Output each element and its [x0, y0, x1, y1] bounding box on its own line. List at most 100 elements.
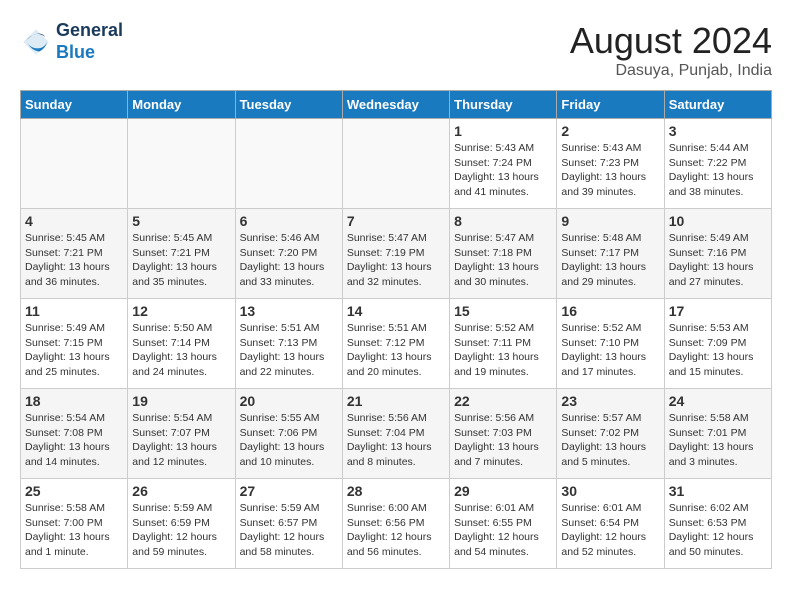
calendar-cell: 30 Sunrise: 6:01 AM Sunset: 6:54 PM Dayli… [557, 479, 664, 569]
day-number: 7 [347, 213, 445, 229]
day-number: 28 [347, 483, 445, 499]
day-number: 4 [25, 213, 123, 229]
day-number: 15 [454, 303, 552, 319]
day-number: 1 [454, 123, 552, 139]
day-number: 12 [132, 303, 230, 319]
day-number: 30 [561, 483, 659, 499]
calendar-cell: 23 Sunrise: 5:57 AM Sunset: 7:02 PM Dayli… [557, 389, 664, 479]
day-info: Sunrise: 6:01 AM Sunset: 6:55 PM Dayligh… [454, 501, 552, 560]
calendar-cell: 12 Sunrise: 5:50 AM Sunset: 7:14 PM Dayli… [128, 299, 235, 389]
day-info: Sunrise: 5:45 AM Sunset: 7:21 PM Dayligh… [25, 231, 123, 290]
day-info: Sunrise: 6:00 AM Sunset: 6:56 PM Dayligh… [347, 501, 445, 560]
day-number: 9 [561, 213, 659, 229]
calendar-cell: 25 Sunrise: 5:58 AM Sunset: 7:00 PM Dayli… [21, 479, 128, 569]
day-number: 21 [347, 393, 445, 409]
day-info: Sunrise: 5:49 AM Sunset: 7:15 PM Dayligh… [25, 321, 123, 380]
calendar-cell [235, 119, 342, 209]
day-info: Sunrise: 5:58 AM Sunset: 7:01 PM Dayligh… [669, 411, 767, 470]
calendar-cell: 19 Sunrise: 5:54 AM Sunset: 7:07 PM Dayli… [128, 389, 235, 479]
day-info: Sunrise: 5:55 AM Sunset: 7:06 PM Dayligh… [240, 411, 338, 470]
calendar-cell: 6Sunrise: 5:46 AM Sunset: 7:20 PM Daylig… [235, 209, 342, 299]
day-header-monday: Monday [128, 91, 235, 119]
calendar-cell: 16 Sunrise: 5:52 AM Sunset: 7:10 PM Dayli… [557, 299, 664, 389]
calendar-cell [21, 119, 128, 209]
day-info: Sunrise: 5:56 AM Sunset: 7:03 PM Dayligh… [454, 411, 552, 470]
day-number: 11 [25, 303, 123, 319]
logo: General Blue [20, 20, 123, 63]
calendar-cell: 10 Sunrise: 5:49 AM Sunset: 7:16 PM Dayli… [664, 209, 771, 299]
day-info: Sunrise: 5:47 AM Sunset: 7:18 PM Dayligh… [454, 231, 552, 290]
calendar-cell: 14Sunrise: 5:51 AM Sunset: 7:12 PM Dayli… [342, 299, 449, 389]
calendar-cell: 21 Sunrise: 5:56 AM Sunset: 7:04 PM Dayli… [342, 389, 449, 479]
calendar-cell: 20 Sunrise: 5:55 AM Sunset: 7:06 PM Dayli… [235, 389, 342, 479]
calendar-cell: 5 Sunrise: 5:45 AM Sunset: 7:21 PM Daylig… [128, 209, 235, 299]
day-info: Sunrise: 5:58 AM Sunset: 7:00 PM Dayligh… [25, 501, 123, 560]
day-info: Sunrise: 5:48 AM Sunset: 7:17 PM Dayligh… [561, 231, 659, 290]
day-info: Sunrise: 5:57 AM Sunset: 7:02 PM Dayligh… [561, 411, 659, 470]
day-info: Sunrise: 5:50 AM Sunset: 7:14 PM Dayligh… [132, 321, 230, 380]
calendar-cell: 2 Sunrise: 5:43 AM Sunset: 7:23 PM Daylig… [557, 119, 664, 209]
calendar-cell: 11 Sunrise: 5:49 AM Sunset: 7:15 PM Dayli… [21, 299, 128, 389]
day-info: Sunrise: 5:53 AM Sunset: 7:09 PM Dayligh… [669, 321, 767, 380]
calendar-cell: 31 Sunrise: 6:02 AM Sunset: 6:53 PM Dayli… [664, 479, 771, 569]
subtitle: Dasuya, Punjab, India [570, 62, 772, 80]
calendar-cell: 28 Sunrise: 6:00 AM Sunset: 6:56 PM Dayli… [342, 479, 449, 569]
day-info: Sunrise: 5:43 AM Sunset: 7:23 PM Dayligh… [561, 141, 659, 200]
day-number: 22 [454, 393, 552, 409]
title-block: August 2024 Dasuya, Punjab, India [570, 20, 772, 80]
day-header-tuesday: Tuesday [235, 91, 342, 119]
calendar-cell: 7Sunrise: 5:47 AM Sunset: 7:19 PM Daylig… [342, 209, 449, 299]
day-number: 31 [669, 483, 767, 499]
day-number: 19 [132, 393, 230, 409]
calendar-cell: 8 Sunrise: 5:47 AM Sunset: 7:18 PM Daylig… [450, 209, 557, 299]
day-info: Sunrise: 5:49 AM Sunset: 7:16 PM Dayligh… [669, 231, 767, 290]
day-number: 29 [454, 483, 552, 499]
day-header-friday: Friday [557, 91, 664, 119]
day-number: 23 [561, 393, 659, 409]
calendar-cell: 9 Sunrise: 5:48 AM Sunset: 7:17 PM Daylig… [557, 209, 664, 299]
day-number: 16 [561, 303, 659, 319]
day-info: Sunrise: 5:56 AM Sunset: 7:04 PM Dayligh… [347, 411, 445, 470]
calendar-cell: 13Sunrise: 5:51 AM Sunset: 7:13 PM Dayli… [235, 299, 342, 389]
day-info: Sunrise: 5:59 AM Sunset: 6:57 PM Dayligh… [240, 501, 338, 560]
day-header-saturday: Saturday [664, 91, 771, 119]
day-info: Sunrise: 5:52 AM Sunset: 7:10 PM Dayligh… [561, 321, 659, 380]
day-number: 20 [240, 393, 338, 409]
day-info: Sunrise: 5:45 AM Sunset: 7:21 PM Dayligh… [132, 231, 230, 290]
day-info: Sunrise: 5:52 AM Sunset: 7:11 PM Dayligh… [454, 321, 552, 380]
header-row: SundayMondayTuesdayWednesdayThursdayFrid… [21, 91, 772, 119]
calendar-cell: 22 Sunrise: 5:56 AM Sunset: 7:03 PM Dayli… [450, 389, 557, 479]
day-number: 27 [240, 483, 338, 499]
day-info: Sunrise: 5:43 AM Sunset: 7:24 PM Dayligh… [454, 141, 552, 200]
day-number: 5 [132, 213, 230, 229]
calendar-table: SundayMondayTuesdayWednesdayThursdayFrid… [20, 90, 772, 569]
day-number: 17 [669, 303, 767, 319]
day-info: Sunrise: 5:51 AM Sunset: 7:12 PM Dayligh… [347, 321, 445, 380]
day-number: 26 [132, 483, 230, 499]
day-info: Sunrise: 5:59 AM Sunset: 6:59 PM Dayligh… [132, 501, 230, 560]
day-header-wednesday: Wednesday [342, 91, 449, 119]
day-number: 25 [25, 483, 123, 499]
day-info: Sunrise: 6:01 AM Sunset: 6:54 PM Dayligh… [561, 501, 659, 560]
calendar-cell: 1 Sunrise: 5:43 AM Sunset: 7:24 PM Daylig… [450, 119, 557, 209]
calendar-week-4: 18Sunrise: 5:54 AM Sunset: 7:08 PM Dayli… [21, 389, 772, 479]
calendar-cell: 26 Sunrise: 5:59 AM Sunset: 6:59 PM Dayli… [128, 479, 235, 569]
day-number: 2 [561, 123, 659, 139]
calendar-cell: 24 Sunrise: 5:58 AM Sunset: 7:01 PM Dayli… [664, 389, 771, 479]
calendar-cell: 17 Sunrise: 5:53 AM Sunset: 7:09 PM Dayli… [664, 299, 771, 389]
logo-icon [20, 26, 52, 58]
day-number: 3 [669, 123, 767, 139]
day-info: Sunrise: 6:02 AM Sunset: 6:53 PM Dayligh… [669, 501, 767, 560]
day-number: 24 [669, 393, 767, 409]
calendar-cell: 18Sunrise: 5:54 AM Sunset: 7:08 PM Dayli… [21, 389, 128, 479]
calendar-week-1: 1 Sunrise: 5:43 AM Sunset: 7:24 PM Daylig… [21, 119, 772, 209]
calendar-cell: 4 Sunrise: 5:45 AM Sunset: 7:21 PM Daylig… [21, 209, 128, 299]
day-header-sunday: Sunday [21, 91, 128, 119]
calendar-cell: 27 Sunrise: 5:59 AM Sunset: 6:57 PM Dayli… [235, 479, 342, 569]
calendar-cell: 29 Sunrise: 6:01 AM Sunset: 6:55 PM Dayli… [450, 479, 557, 569]
day-number: 10 [669, 213, 767, 229]
day-number: 8 [454, 213, 552, 229]
day-info: Sunrise: 5:54 AM Sunset: 7:07 PM Dayligh… [132, 411, 230, 470]
calendar-week-5: 25 Sunrise: 5:58 AM Sunset: 7:00 PM Dayli… [21, 479, 772, 569]
day-info: Sunrise: 5:44 AM Sunset: 7:22 PM Dayligh… [669, 141, 767, 200]
